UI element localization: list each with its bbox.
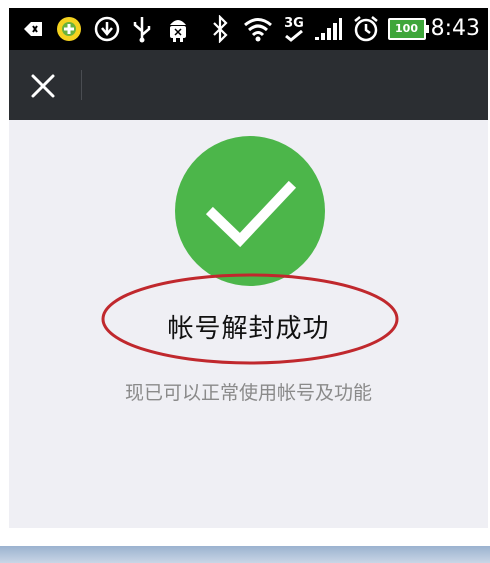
phone-screen: 3G 100 8:43 帐号解封成功 现已可以正常使用帐号及功能: [9, 8, 488, 528]
battery-level: 100: [395, 22, 418, 35]
network-type-label: 3G: [284, 15, 304, 31]
result-description: 现已可以正常使用帐号及功能: [124, 382, 372, 404]
download-icon: [93, 8, 121, 50]
bluetooth-icon: [209, 8, 231, 50]
signal-icon: [313, 8, 343, 50]
network-3g-icon: 3G: [279, 8, 309, 50]
check-icon: [175, 136, 325, 286]
status-bar: 3G 100 8:43: [9, 8, 488, 50]
close-button[interactable]: [23, 66, 63, 106]
status-time: 8:43: [430, 16, 480, 41]
title-bar: [9, 50, 488, 120]
title-divider: [81, 70, 82, 100]
annotation-ellipse: [101, 273, 399, 365]
usb-icon: [129, 8, 155, 50]
desktop-taskbar: [0, 546, 490, 563]
android-debug-icon: [165, 8, 191, 50]
app-notification-icon: [55, 8, 83, 50]
back-arrow-icon: [21, 8, 45, 50]
battery-icon: 100: [387, 8, 429, 50]
wifi-icon: [241, 8, 275, 50]
close-icon: [31, 74, 55, 98]
alarm-icon: [351, 8, 381, 50]
